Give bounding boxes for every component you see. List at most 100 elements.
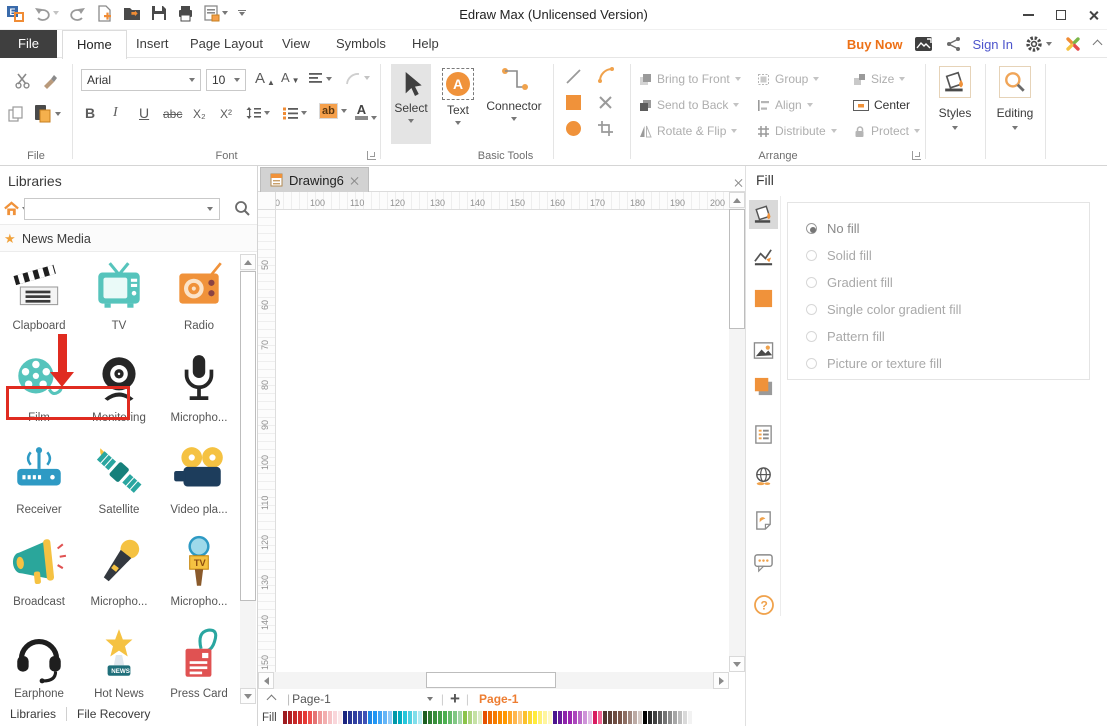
canvas-vertical-scrollbar[interactable] bbox=[729, 192, 745, 672]
canvas-hscrollbar-thumb[interactable] bbox=[426, 672, 556, 688]
color-swatch[interactable] bbox=[622, 711, 627, 724]
library-symbol[interactable]: Radio bbox=[160, 258, 238, 332]
add-page-button[interactable]: + bbox=[450, 689, 460, 709]
minimize-button[interactable] bbox=[1023, 14, 1034, 16]
library-symbol[interactable]: Micropho... bbox=[160, 350, 238, 424]
shadow-icon[interactable] bbox=[749, 372, 778, 401]
rectangle-tool-icon[interactable] bbox=[565, 94, 582, 111]
color-swatch[interactable] bbox=[492, 711, 497, 724]
color-swatch[interactable] bbox=[467, 711, 472, 724]
cut-icon[interactable] bbox=[14, 72, 31, 89]
font-color-button[interactable]: A bbox=[355, 103, 377, 120]
color-swatch[interactable] bbox=[502, 711, 507, 724]
search-icon[interactable] bbox=[234, 200, 251, 217]
size-button[interactable]: Size bbox=[853, 66, 935, 92]
color-swatch[interactable] bbox=[587, 711, 592, 724]
tab-help[interactable]: Help bbox=[398, 30, 453, 58]
scroll-up-button[interactable] bbox=[240, 254, 256, 270]
color-swatch[interactable] bbox=[367, 711, 372, 724]
bullet-list-button[interactable] bbox=[283, 106, 307, 120]
font-family-select[interactable]: Arial bbox=[81, 69, 201, 91]
tab-insert[interactable]: Insert bbox=[122, 30, 183, 58]
color-swatch[interactable] bbox=[402, 711, 407, 724]
text-arc-button[interactable] bbox=[345, 71, 370, 85]
select-tool-button[interactable]: Select bbox=[391, 64, 431, 144]
color-swatch[interactable] bbox=[472, 711, 477, 724]
share-icon[interactable] bbox=[946, 36, 961, 52]
color-swatch[interactable] bbox=[307, 711, 312, 724]
color-swatch[interactable] bbox=[317, 711, 322, 724]
color-swatch[interactable] bbox=[327, 711, 332, 724]
color-swatch[interactable] bbox=[532, 711, 537, 724]
drawing-canvas[interactable] bbox=[276, 210, 729, 672]
library-symbol[interactable]: Monitoring bbox=[80, 350, 158, 424]
page-list-icon[interactable] bbox=[749, 420, 778, 449]
font-size-select[interactable]: 10 bbox=[206, 69, 246, 91]
send-to-back-button[interactable]: Send to Back bbox=[639, 92, 757, 118]
color-swatch[interactable] bbox=[507, 711, 512, 724]
collapse-ribbon-icon[interactable] bbox=[1092, 39, 1103, 49]
color-swatch[interactable] bbox=[477, 711, 482, 724]
library-symbol[interactable]: NEWS Hot News bbox=[80, 626, 158, 700]
color-swatch[interactable] bbox=[427, 711, 432, 724]
color-swatch[interactable] bbox=[297, 711, 302, 724]
fill-option-radio[interactable]: Solid fill bbox=[806, 242, 1089, 269]
color-swatch[interactable] bbox=[672, 711, 677, 724]
color-swatch[interactable] bbox=[537, 711, 542, 724]
color-swatch[interactable] bbox=[287, 711, 292, 724]
library-symbol[interactable]: Film bbox=[0, 350, 78, 424]
color-swatch[interactable] bbox=[417, 711, 422, 724]
library-symbol[interactable]: Video pla... bbox=[160, 442, 238, 516]
sign-in-link[interactable]: Sign In bbox=[973, 37, 1013, 52]
color-swatch[interactable] bbox=[337, 711, 342, 724]
italic-button[interactable]: I bbox=[113, 105, 118, 121]
canvas-vscrollbar-thumb[interactable] bbox=[729, 209, 745, 329]
color-swatch[interactable] bbox=[447, 711, 452, 724]
color-swatch[interactable] bbox=[632, 711, 637, 724]
library-symbol[interactable]: Clapboard bbox=[0, 258, 78, 332]
color-swatch[interactable] bbox=[407, 711, 412, 724]
canvas-scroll-down-button[interactable] bbox=[729, 656, 745, 672]
color-swatch[interactable] bbox=[397, 711, 402, 724]
color-swatch[interactable] bbox=[667, 711, 672, 724]
color-swatch[interactable] bbox=[517, 711, 522, 724]
color-swatch[interactable] bbox=[442, 711, 447, 724]
grow-font-button[interactable]: A ▲ bbox=[255, 70, 275, 87]
library-symbol[interactable]: Micropho... bbox=[80, 534, 158, 608]
subscript-button[interactable]: X₂ bbox=[193, 107, 206, 121]
cross-tool-icon[interactable] bbox=[597, 94, 614, 111]
close-button[interactable] bbox=[1088, 10, 1099, 21]
color-swatch[interactable] bbox=[352, 711, 357, 724]
color-swatch[interactable] bbox=[522, 711, 527, 724]
color-swatch[interactable] bbox=[637, 711, 642, 724]
tab-file[interactable]: File bbox=[0, 30, 57, 58]
color-swatch[interactable] bbox=[647, 711, 652, 724]
fill-option-radio[interactable]: Gradient fill bbox=[806, 269, 1089, 296]
distribute-button[interactable]: Distribute bbox=[757, 118, 853, 144]
color-swatch[interactable] bbox=[342, 711, 347, 724]
color-swatch[interactable] bbox=[612, 711, 617, 724]
styles-button[interactable]: Styles bbox=[926, 66, 984, 130]
format-painter-icon[interactable] bbox=[42, 72, 59, 89]
color-swatch[interactable] bbox=[542, 711, 547, 724]
arc-tool-icon[interactable] bbox=[597, 66, 615, 84]
color-swatch[interactable] bbox=[432, 711, 437, 724]
library-symbol[interactable]: Receiver bbox=[0, 442, 78, 516]
library-symbol[interactable]: Earphone bbox=[0, 626, 78, 700]
color-swatch[interactable] bbox=[412, 711, 417, 724]
color-swatch[interactable] bbox=[682, 711, 687, 724]
color-swatch[interactable] bbox=[377, 711, 382, 724]
color-swatch[interactable] bbox=[387, 711, 392, 724]
library-symbol[interactable]: Satellite bbox=[80, 442, 158, 516]
rotate-flip-button[interactable]: Rotate & Flip bbox=[639, 118, 757, 144]
comment-icon[interactable] bbox=[749, 548, 778, 577]
fill-option-radio[interactable]: Pattern fill bbox=[806, 323, 1089, 350]
tab-libraries[interactable]: Libraries bbox=[0, 707, 66, 721]
color-swatch[interactable] bbox=[347, 711, 352, 724]
maximize-button[interactable] bbox=[1056, 10, 1066, 20]
tab-view[interactable]: View bbox=[268, 30, 324, 58]
fill-option-radio[interactable]: Picture or texture fill bbox=[806, 350, 1089, 377]
color-swatch[interactable] bbox=[597, 711, 602, 724]
fill-option-radio[interactable]: Single color gradient fill bbox=[806, 296, 1089, 323]
canvas-horizontal-scrollbar[interactable] bbox=[258, 672, 729, 689]
